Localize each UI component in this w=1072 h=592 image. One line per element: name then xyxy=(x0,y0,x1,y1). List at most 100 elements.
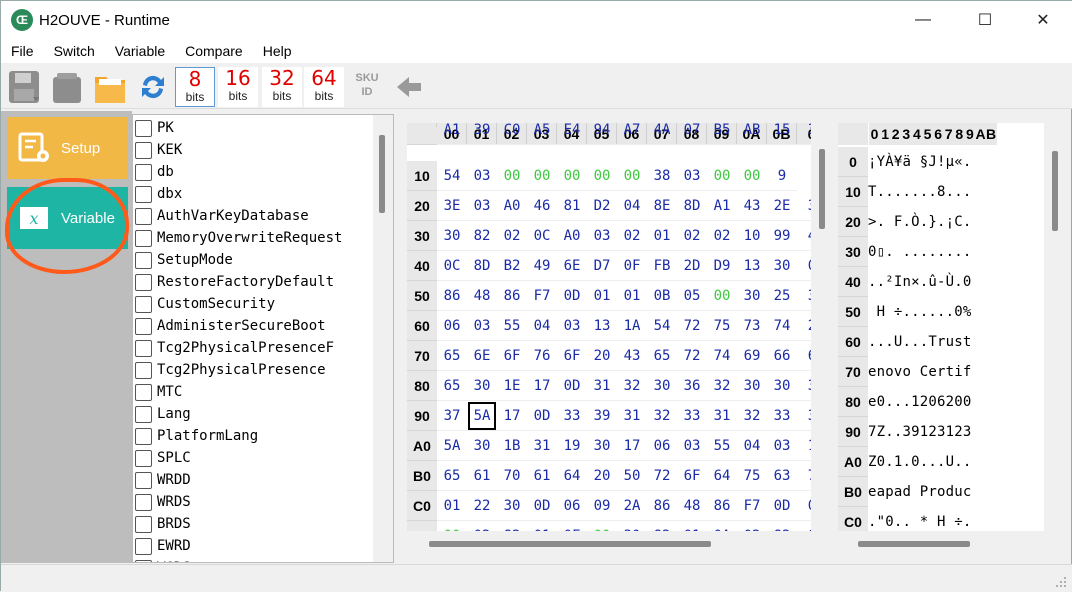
hex-cell[interactable]: 86 xyxy=(437,281,467,311)
hex-cell[interactable]: 04 xyxy=(617,191,647,221)
hex-cell[interactable]: 5A xyxy=(437,431,467,461)
hex-cell[interactable]: 0A xyxy=(707,521,737,532)
hex-cell[interactable]: 8E xyxy=(647,191,677,221)
hex-cell[interactable]: 72 xyxy=(677,341,707,371)
64-bits-button[interactable]: 64 bits xyxy=(304,67,344,107)
hex-cell[interactable]: 0D xyxy=(557,371,587,401)
hex-cell[interactable]: 64 xyxy=(707,461,737,491)
setup-button[interactable]: Setup xyxy=(7,117,128,179)
hex-cell[interactable]: 4 xyxy=(797,221,811,251)
hex-cell[interactable]: 01 xyxy=(587,281,617,311)
ascii-row-text[interactable]: 7Z..39123123 xyxy=(868,417,972,447)
hex-cell[interactable]: 13 xyxy=(737,251,767,281)
hex-cell[interactable]: AB xyxy=(737,123,767,145)
ascii-grid-hscroll-thumb[interactable] xyxy=(858,541,970,547)
hex-cell[interactable]: 86 xyxy=(497,281,527,311)
hex-cell[interactable]: 2D xyxy=(677,251,707,281)
ascii-row-text[interactable]: H ÷......0% xyxy=(868,297,972,327)
hex-cell[interactable]: 32 xyxy=(707,371,737,401)
hex-cell[interactable]: 07 xyxy=(677,123,707,145)
hex-cell[interactable]: 03 xyxy=(587,221,617,251)
ascii-row-text[interactable]: 0▯. ........ xyxy=(868,237,972,267)
variable-checkbox[interactable] xyxy=(135,141,152,159)
hex-cell[interactable]: 72 xyxy=(677,311,707,341)
hex-cell[interactable]: 31 xyxy=(617,401,647,431)
variable-button[interactable]: x Variable xyxy=(7,187,128,249)
hex-cell[interactable]: 02 xyxy=(497,221,527,251)
hex-cell[interactable]: 86 xyxy=(707,491,737,521)
hex-cell[interactable]: 61 xyxy=(527,461,557,491)
hex-cell[interactable]: 05 xyxy=(677,281,707,311)
hex-cell[interactable]: 30 xyxy=(737,371,767,401)
hex-cell[interactable]: 17 xyxy=(617,431,647,461)
variable-list-item[interactable]: MemoryOverwriteRequest xyxy=(135,227,342,249)
hex-cell[interactable]: 03 xyxy=(677,161,707,191)
hex-cell[interactable]: 54 xyxy=(437,161,467,191)
hex-cell[interactable]: 03 xyxy=(467,161,497,191)
hex-cell[interactable]: 00 xyxy=(557,161,587,191)
hex-cell[interactable]: 30 xyxy=(767,371,797,401)
ascii-grid-hscrollbar[interactable] xyxy=(838,539,1044,549)
hex-cell[interactable]: 00 xyxy=(737,161,767,191)
hex-cell[interactable]: 82 xyxy=(647,521,677,532)
ascii-row-text[interactable]: Z0.1.0...U.. xyxy=(868,447,972,477)
hex-cell[interactable]: 2E xyxy=(767,191,797,221)
hex-grid-vscrollbar[interactable] xyxy=(813,123,829,531)
hex-cell[interactable]: 03 xyxy=(467,311,497,341)
hex-grid-hscroll-thumb[interactable] xyxy=(429,541,711,547)
variable-list-item[interactable]: Tcg2PhysicalPresence xyxy=(135,359,326,381)
variable-checkbox[interactable] xyxy=(135,229,152,247)
hex-cell[interactable]: 8D xyxy=(467,251,497,281)
variable-list-item[interactable]: PlatformLang xyxy=(135,425,258,447)
hex-cell[interactable]: A1 xyxy=(707,191,737,221)
close-button[interactable]: ✕ xyxy=(1013,1,1072,39)
hex-cell[interactable]: 00 xyxy=(587,521,617,532)
variable-list-item[interactable]: PK xyxy=(135,117,174,139)
hex-cell[interactable]: 30 xyxy=(617,521,647,532)
variable-checkbox[interactable] xyxy=(135,383,152,401)
variable-checkbox[interactable] xyxy=(135,361,152,379)
hex-cell[interactable]: 13 xyxy=(587,311,617,341)
variable-checkbox[interactable] xyxy=(135,185,152,203)
menu-switch[interactable]: Switch xyxy=(44,43,105,59)
hex-cell[interactable]: 61 xyxy=(467,461,497,491)
variable-checkbox[interactable] xyxy=(135,317,152,335)
hex-cell[interactable]: 33 xyxy=(677,401,707,431)
variable-list-item[interactable]: AuthVarKeyDatabase xyxy=(135,205,309,227)
hex-cell[interactable]: C0 xyxy=(497,123,527,145)
open-folder-icon[interactable] xyxy=(93,67,127,107)
hex-cell[interactable]: 01 xyxy=(677,521,707,532)
variable-list-item[interactable]: KEK xyxy=(135,139,182,161)
hex-cell[interactable]: 00 xyxy=(707,161,737,191)
hex-cell[interactable]: 0 xyxy=(797,491,811,521)
hex-cell[interactable]: A7 xyxy=(617,123,647,145)
hex-cell[interactable]: 0C xyxy=(437,251,467,281)
variable-list-item[interactable]: AdministerSecureBoot xyxy=(135,315,326,337)
variable-checkbox[interactable] xyxy=(135,119,152,137)
hex-cell[interactable]: 19 xyxy=(557,431,587,461)
hex-cell[interactable]: 09 xyxy=(587,491,617,521)
menu-variable[interactable]: Variable xyxy=(105,43,175,59)
variable-checkbox[interactable] xyxy=(135,207,152,225)
hex-cell[interactable]: 30 xyxy=(467,431,497,461)
hex-cell[interactable]: 74 xyxy=(707,341,737,371)
hex-cell[interactable]: 70 xyxy=(497,461,527,491)
variable-list-item[interactable]: dbx xyxy=(135,183,182,205)
variable-checkbox[interactable] xyxy=(135,273,152,291)
ascii-row-text[interactable]: T.......8... xyxy=(868,177,972,207)
save-icon[interactable] xyxy=(7,67,43,107)
menu-file[interactable]: File xyxy=(1,43,44,59)
hex-cell[interactable]: 31 xyxy=(707,401,737,431)
hex-cell[interactable]: 1B xyxy=(497,431,527,461)
hex-cell[interactable]: 3 xyxy=(797,123,811,145)
variable-checkbox[interactable] xyxy=(135,515,152,533)
variable-list-item[interactable]: BRDS xyxy=(135,513,191,535)
hex-cell[interactable]: 36 xyxy=(677,371,707,401)
hex-cell[interactable]: 6F xyxy=(557,341,587,371)
hex-cell[interactable]: 72 xyxy=(647,461,677,491)
hex-cell[interactable]: 0D xyxy=(527,491,557,521)
hex-cell[interactable]: F7 xyxy=(737,491,767,521)
hex-cell[interactable]: 74 xyxy=(767,311,797,341)
hex-cell[interactable]: 8D xyxy=(677,191,707,221)
hex-cell[interactable]: 04 xyxy=(737,431,767,461)
